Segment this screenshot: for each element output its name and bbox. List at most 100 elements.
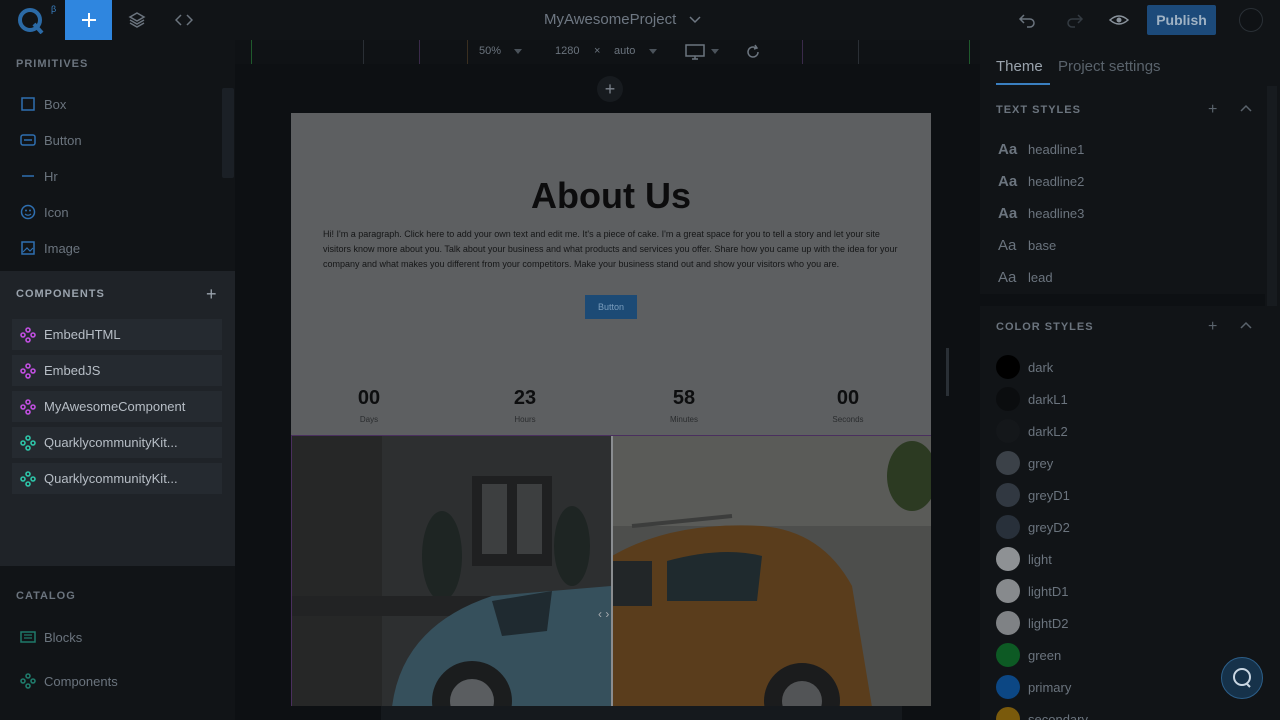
color-style-item[interactable]: lightD1: [996, 579, 1068, 603]
primitives-scrollbar[interactable]: [222, 88, 234, 178]
color-style-item[interactable]: secondary: [996, 707, 1088, 720]
layers-icon[interactable]: [127, 10, 147, 30]
breakpoint-marker[interactable]: [419, 40, 420, 64]
slider-arrows-icon[interactable]: ‹ ›: [598, 607, 609, 621]
component-item[interactable]: QuarklycommunityKit...: [12, 463, 222, 494]
color-style-label: light: [1028, 551, 1052, 567]
components-icon: [20, 673, 36, 689]
component-label: QuarklycommunityKit...: [44, 471, 178, 486]
code-icon[interactable]: [174, 10, 194, 30]
primitive-label: Hr: [44, 168, 58, 184]
color-style-label: lightD1: [1028, 583, 1069, 599]
catalog-components[interactable]: Components: [20, 673, 118, 689]
tab-project-settings[interactable]: Project settings: [1058, 58, 1161, 75]
page-button[interactable]: Button: [585, 295, 637, 319]
color-style-item[interactable]: lightD2: [996, 611, 1068, 635]
text-style-preview: Aa: [998, 173, 1018, 190]
color-style-item[interactable]: light: [996, 547, 1052, 571]
zoom-select[interactable]: 50%: [479, 45, 501, 57]
primitive-button[interactable]: Button: [20, 130, 82, 150]
catalog-label: Blocks: [44, 629, 83, 645]
color-swatch: [996, 611, 1020, 635]
catalog-blocks[interactable]: Blocks: [20, 629, 82, 645]
brown-car-photo: [612, 436, 931, 706]
quarkly-logo[interactable]: [16, 6, 48, 34]
timer-seconds: 00 Seconds: [808, 387, 888, 424]
breakpoint-marker[interactable]: [858, 40, 859, 64]
text-style-item[interactable]: Aa headline1: [998, 141, 1084, 158]
color-style-item[interactable]: darkL2: [996, 419, 1068, 443]
breakpoint-marker[interactable]: [969, 40, 970, 64]
image-icon: [20, 240, 36, 256]
project-title[interactable]: MyAwesomeProject: [544, 11, 676, 28]
add-button[interactable]: [65, 0, 112, 40]
add-color-style-button[interactable]: +: [1208, 318, 1217, 336]
redo-icon[interactable]: [1065, 10, 1085, 30]
component-item[interactable]: QuarklycommunityKit...: [12, 427, 222, 458]
breakpoint-marker[interactable]: [467, 40, 468, 64]
text-style-label: headline3: [1028, 206, 1085, 221]
preview-eye-icon[interactable]: [1109, 10, 1129, 30]
publish-button[interactable]: Publish: [1147, 5, 1216, 35]
tab-theme[interactable]: Theme: [996, 58, 1043, 75]
primitives-title: PRIMITIVES: [16, 58, 89, 70]
desktop-icon[interactable]: [685, 44, 705, 60]
text-style-item[interactable]: Aa headline2: [998, 173, 1084, 190]
page-heading[interactable]: About Us: [291, 175, 931, 217]
breakpoint-marker[interactable]: [802, 40, 803, 64]
page-preview[interactable]: About Us Hi! I'm a paragraph. Click here…: [291, 113, 931, 706]
color-style-item[interactable]: dark: [996, 355, 1053, 379]
color-style-item[interactable]: green: [996, 643, 1061, 667]
right-panel: Theme Project settings TEXT STYLES + Aa …: [980, 40, 1280, 720]
text-style-item[interactable]: Aa lead: [998, 269, 1053, 286]
text-style-preview: Aa: [998, 269, 1017, 286]
primitive-label: Box: [44, 96, 67, 112]
color-swatch: [996, 355, 1020, 379]
chevron-down-icon[interactable]: [649, 49, 657, 55]
canvas-toolbar: 50% 1280 × auto: [235, 40, 980, 64]
collapse-icon[interactable]: [1240, 321, 1252, 331]
height-input[interactable]: auto: [614, 45, 635, 57]
chevron-down-icon[interactable]: [711, 49, 719, 55]
text-style-item[interactable]: Aa headline3: [998, 205, 1084, 222]
add-section-button[interactable]: +: [597, 76, 623, 102]
component-item[interactable]: MyAwesomeComponent: [12, 391, 222, 422]
color-styles-title: COLOR STYLES: [996, 321, 1094, 333]
primitive-icon[interactable]: Icon: [20, 202, 69, 222]
add-text-style-button[interactable]: +: [1208, 101, 1217, 119]
right-panel-scrollbar[interactable]: [1267, 86, 1277, 306]
color-style-item[interactable]: greyD1: [996, 483, 1070, 507]
primitive-box[interactable]: Box: [20, 94, 66, 114]
user-avatar[interactable]: [1239, 8, 1263, 32]
color-style-item[interactable]: primary: [996, 675, 1071, 699]
blocks-icon: [20, 631, 36, 643]
primitive-hr[interactable]: Hr: [20, 166, 58, 186]
component-item[interactable]: EmbedJS: [12, 355, 222, 386]
breakpoint-marker[interactable]: [251, 40, 252, 64]
color-style-label: greyD2: [1028, 519, 1070, 535]
chevron-down-icon[interactable]: [688, 13, 702, 27]
collapse-icon[interactable]: [1240, 104, 1252, 114]
chevron-down-icon[interactable]: [514, 49, 522, 55]
help-chat-button[interactable]: [1221, 657, 1263, 699]
page-paragraph[interactable]: Hi! I'm a paragraph. Click here to add y…: [323, 227, 899, 272]
text-style-item[interactable]: Aa base: [998, 237, 1056, 254]
breakpoint-marker[interactable]: [363, 40, 364, 64]
width-input[interactable]: 1280: [555, 45, 579, 57]
undo-icon[interactable]: [1017, 10, 1037, 30]
component-icon: [20, 434, 36, 451]
rotate-icon[interactable]: [745, 44, 761, 60]
before-after-slider[interactable]: ‹ ›: [291, 435, 931, 706]
timer-label: Hours: [514, 415, 536, 424]
color-style-item[interactable]: greyD2: [996, 515, 1070, 539]
component-item[interactable]: EmbedHTML: [12, 319, 222, 350]
color-style-item[interactable]: darkL1: [996, 387, 1068, 411]
slider-handle[interactable]: [611, 436, 613, 706]
add-component-button[interactable]: +: [206, 285, 217, 303]
color-style-label: grey: [1028, 455, 1054, 471]
section-divider: [980, 294, 1265, 306]
color-style-item[interactable]: grey: [996, 451, 1053, 475]
canvas-scrollbar[interactable]: [946, 348, 949, 396]
primitive-image[interactable]: Image: [20, 238, 80, 258]
color-style-label: greyD1: [1028, 487, 1070, 503]
